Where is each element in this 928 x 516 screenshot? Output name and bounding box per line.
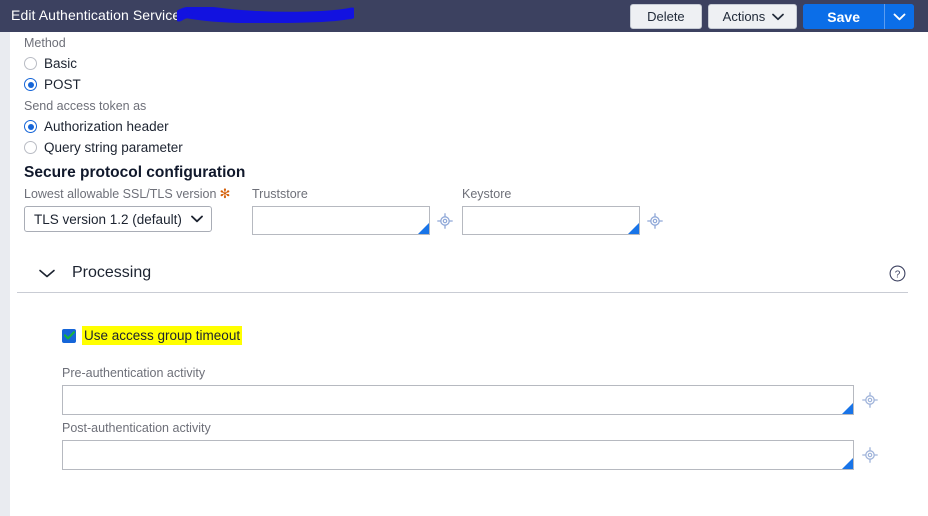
use-access-group-timeout-row[interactable]: Use access group timeout: [62, 326, 243, 345]
tls-version-select[interactable]: TLS version 1.2 (default): [24, 206, 212, 232]
radio-icon[interactable]: [24, 141, 37, 154]
form-content: Method Basic POST Send access token as A…: [10, 32, 928, 516]
pre-auth-activity-group: Pre-authentication activity: [62, 365, 892, 415]
delete-button[interactable]: Delete: [630, 4, 702, 29]
radio-icon[interactable]: [24, 57, 37, 70]
tls-version-group: Lowest allowable SSL/TLS version ✻ TLS v…: [24, 186, 230, 232]
radio-token-query-string-label: Query string parameter: [44, 140, 183, 155]
secure-protocol-heading: Secure protocol configuration: [24, 163, 245, 183]
save-dropdown-button[interactable]: [884, 4, 914, 29]
chevron-down-icon: [190, 215, 203, 223]
crosshair-icon[interactable]: [862, 447, 878, 463]
radio-method-post[interactable]: POST: [24, 75, 81, 94]
radio-token-query-string[interactable]: Query string parameter: [24, 138, 183, 157]
tls-version-label: Lowest allowable SSL/TLS version: [24, 187, 217, 201]
actions-menu-button[interactable]: Actions: [707, 4, 798, 29]
pre-auth-activity-input[interactable]: [62, 385, 854, 415]
save-button-group: Save: [803, 4, 914, 29]
processing-title: Processing: [72, 264, 152, 281]
keystore-input[interactable]: [462, 206, 640, 235]
keystore-group: Keystore: [462, 186, 663, 235]
crosshair-icon[interactable]: [437, 212, 453, 229]
autocomplete-corner-icon: [842, 403, 853, 414]
left-gutter: [0, 32, 10, 516]
save-button[interactable]: Save: [803, 4, 884, 29]
secure-protocol-heading-text: Secure protocol configuration: [24, 164, 246, 181]
processing-divider: [17, 292, 908, 293]
autocomplete-corner-icon: [628, 223, 639, 234]
svg-text:?: ?: [895, 269, 901, 280]
truststore-group: Truststore: [252, 186, 453, 235]
checkbox-icon[interactable]: [62, 328, 76, 343]
radio-method-basic[interactable]: Basic: [24, 54, 81, 73]
chevron-down-icon: [772, 13, 785, 21]
send-access-token-label: Send access token as: [24, 99, 147, 113]
radio-icon[interactable]: [24, 120, 37, 133]
send-access-token-group: Send access token as Authorization heade…: [24, 98, 183, 157]
chevron-down-icon: [893, 13, 906, 21]
redacted-service-name: [177, 7, 354, 23]
post-auth-activity-label: Post-authentication activity: [62, 421, 211, 435]
page-title-text: Edit Authentication Service:: [11, 7, 185, 23]
radio-token-authorization-header-label: Authorization header: [44, 119, 169, 134]
required-marker-icon: ✻: [219, 186, 231, 201]
truststore-input[interactable]: [252, 206, 430, 235]
autocomplete-corner-icon: [418, 223, 429, 234]
method-label: Method: [24, 36, 66, 50]
edit-authentication-service-screen: Edit Authentication Service: Delete Acti…: [0, 0, 928, 516]
pre-auth-activity-label: Pre-authentication activity: [62, 366, 206, 380]
toolbar-actions: Delete Actions Save: [630, 4, 914, 29]
keystore-label: Keystore: [462, 187, 512, 201]
actions-menu-label: Actions: [722, 9, 766, 24]
method-group: Method Basic POST: [24, 35, 81, 94]
post-auth-activity-group: Post-authentication activity: [62, 420, 892, 470]
radio-icon[interactable]: [24, 78, 37, 91]
crosshair-icon[interactable]: [647, 212, 663, 229]
processing-accordion-header[interactable]: Processing ?: [38, 264, 906, 282]
truststore-label: Truststore: [252, 187, 308, 201]
autocomplete-corner-icon: [842, 458, 853, 469]
tls-version-value: TLS version 1.2 (default): [34, 211, 182, 227]
radio-method-post-label: POST: [44, 77, 81, 92]
chevron-down-icon[interactable]: [38, 268, 56, 279]
use-access-group-timeout-label: Use access group timeout: [82, 326, 243, 345]
page-title: Edit Authentication Service:: [11, 7, 184, 23]
radio-token-authorization-header[interactable]: Authorization header: [24, 117, 183, 136]
post-auth-activity-input[interactable]: [62, 440, 854, 470]
crosshair-icon[interactable]: [862, 392, 878, 408]
window-title-bar: Edit Authentication Service: Delete Acti…: [0, 0, 928, 32]
radio-method-basic-label: Basic: [44, 56, 78, 71]
question-circle-icon[interactable]: ?: [889, 265, 906, 282]
